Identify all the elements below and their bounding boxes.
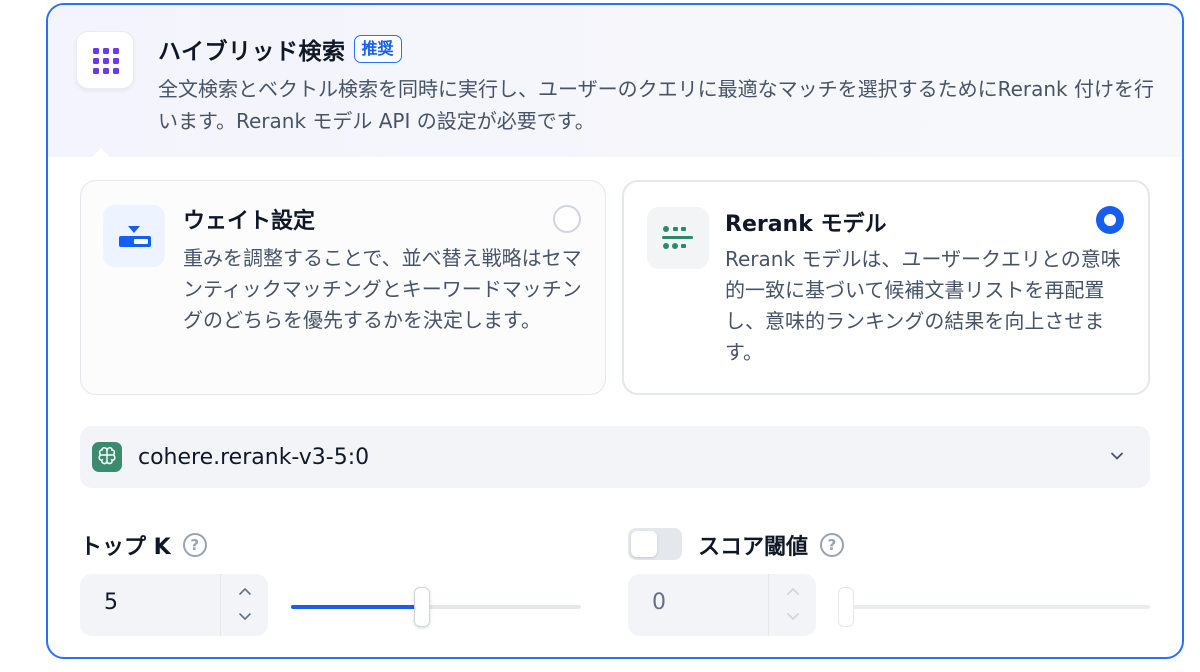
weight-settings-radio[interactable]	[553, 205, 581, 233]
chevron-down-icon[interactable]	[238, 612, 252, 622]
score-threshold-slider[interactable]	[838, 587, 1150, 627]
chevron-up-icon[interactable]	[786, 586, 800, 596]
score-threshold-toggle[interactable]	[628, 528, 682, 560]
score-threshold-input[interactable]: 0	[628, 574, 816, 636]
score-threshold-stepper[interactable]	[768, 574, 816, 636]
chevron-up-icon[interactable]	[238, 586, 252, 596]
hybrid-search-card[interactable]: ハイブリッド検索 推奨 全文検索とベクトル検索を同時に実行し、ユーザーのクエリに…	[46, 3, 1184, 659]
weight-settings-title: ウェイト設定	[183, 209, 316, 234]
rerank-model-radio[interactable]	[1096, 206, 1124, 234]
help-icon[interactable]: ?	[820, 533, 845, 557]
help-icon[interactable]: ?	[182, 533, 207, 557]
rerank-model-select[interactable]: cohere.rerank-v3-5:0	[80, 426, 1150, 488]
chevron-down-icon[interactable]	[786, 612, 800, 622]
chevron-down-icon	[1111, 452, 1123, 460]
score-threshold-slider-thumb[interactable]	[838, 587, 854, 627]
hybrid-search-title: ハイブリッド検索	[158, 39, 346, 65]
rerank-model-title: Rerank モデル	[725, 212, 887, 237]
top-k-slider[interactable]	[291, 587, 581, 627]
top-k-value: 5	[104, 590, 118, 615]
grid-icon	[76, 31, 134, 89]
recommended-badge: 推奨	[353, 35, 402, 63]
top-k-stepper[interactable]	[220, 574, 268, 636]
weight-icon	[103, 205, 165, 267]
top-k-slider-fill	[291, 605, 422, 609]
top-k-label-row: トップ K ?	[80, 529, 207, 561]
top-k-slider-thumb[interactable]	[413, 587, 430, 627]
rerank-icon	[647, 207, 709, 269]
weight-settings-description: 重みを調整することで、並べ替え戦略はセマンティックマッチングとキーワードマッチン…	[183, 246, 582, 332]
model-provider-icon	[92, 442, 122, 472]
hybrid-search-header: ハイブリッド検索 推奨 全文検索とベクトル検索を同時に実行し、ユーザーのクエリに…	[48, 5, 1182, 157]
top-k-input[interactable]: 5	[80, 574, 268, 636]
score-threshold-label: スコア閾値	[698, 535, 809, 560]
top-k-label: トップ K	[80, 535, 171, 560]
score-threshold-value: 0	[652, 590, 666, 615]
rerank-model-description: Rerank モデルは、ユーザークエリとの意味的一致に基づいて候補文書リストを再…	[725, 247, 1121, 364]
rerank-model-option[interactable]: Rerank モデル Rerank モデルは、ユーザークエリとの意味的一致に基づ…	[622, 180, 1150, 395]
rerank-model-value: cohere.rerank-v3-5:0	[138, 444, 370, 470]
hybrid-search-description: 全文検索とベクトル検索を同時に実行し、ユーザーのクエリに最適なマッチを選択するた…	[158, 77, 1154, 133]
score-threshold-label-row: スコア閾値 ?	[698, 529, 845, 561]
weight-settings-option[interactable]: ウェイト設定 重みを調整することで、並べ替え戦略はセマンティックマッチングとキー…	[80, 180, 606, 395]
